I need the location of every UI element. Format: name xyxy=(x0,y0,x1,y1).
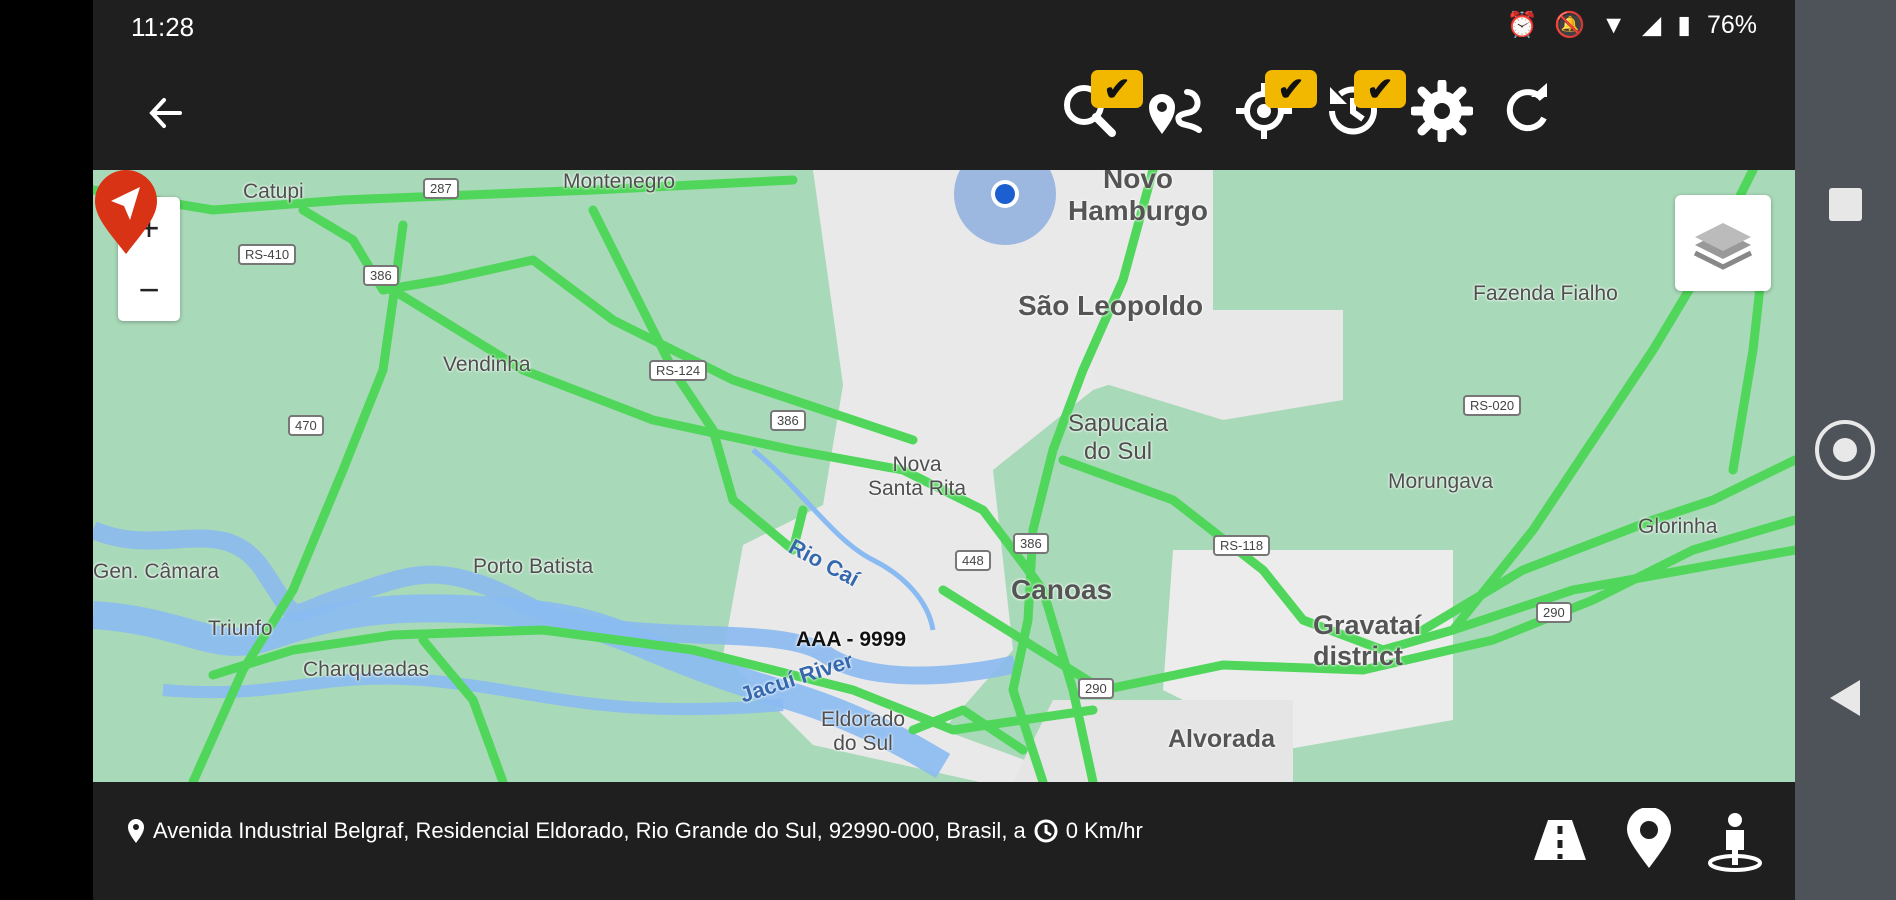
map-view[interactable]: Catupi Montenegro Novo Hamburgo São Leop… xyxy=(93,170,1795,782)
map-label-morungava: Morungava xyxy=(1388,470,1494,493)
alarm-icon: ⏰ xyxy=(1506,10,1539,39)
road-badge-rs118: RS-118 xyxy=(1213,535,1271,556)
map-label-canoas: Canoas xyxy=(1011,574,1113,605)
refresh-icon xyxy=(1506,83,1547,132)
signal-icon: ◢ xyxy=(1641,11,1662,39)
back-arrow-icon[interactable] xyxy=(138,85,194,141)
map-label-vendinha: Vendinha xyxy=(443,353,531,376)
search-badge: ✔ xyxy=(1091,70,1143,108)
road-badge-386-west: 386 xyxy=(363,265,399,286)
status-time: 11:28 xyxy=(131,12,195,42)
recents-square-icon[interactable] xyxy=(1829,188,1862,221)
map-label-glorinha: Glorinha xyxy=(1638,515,1718,538)
map-label-gen-camara: Gen. Câmara xyxy=(93,560,220,583)
map-label-alvorada: Alvorada xyxy=(1168,725,1275,753)
layers-icon xyxy=(1693,223,1753,270)
road-badge-448: 448 xyxy=(955,550,991,571)
speed-clock-icon xyxy=(1034,819,1058,843)
road-badge-386-center: 386 xyxy=(770,410,806,431)
road-badge-rs410: RS-410 xyxy=(238,244,297,265)
map-label-sapucaia: Sapucaia do Sul xyxy=(1068,410,1169,465)
top-toolbar: ✔ ✔ ✔ xyxy=(93,55,1795,170)
history-badge: ✔ xyxy=(1354,70,1406,108)
route-icon xyxy=(1149,89,1202,134)
road-badge-386-east: 386 xyxy=(1013,533,1049,554)
address-row: Avenida Industrial Belgraf, Residencial … xyxy=(127,818,1143,844)
map-label-nova-santa-rita: Nova Santa Rita xyxy=(868,453,967,500)
map-label-gravatai: Gravataí district xyxy=(1313,610,1422,671)
road-badge-470: 470 xyxy=(288,415,324,436)
map-label-fazenda-fialho: Fazenda Fialho xyxy=(1473,282,1618,305)
map-label-novo-hamburgo: Novo Hamburgo xyxy=(1068,170,1208,226)
battery-icon: ▮ xyxy=(1677,11,1691,39)
road-badge-290-east: 290 xyxy=(1536,602,1572,623)
map-label-porto-batista: Porto Batista xyxy=(473,555,594,578)
map-label-charqueadas: Charqueadas xyxy=(303,658,430,681)
map-label-catupi: Catupi xyxy=(243,180,304,203)
locate-button[interactable]: ✔ xyxy=(1233,70,1317,142)
wifi-icon: ▼ xyxy=(1601,10,1626,39)
mute-icon: 🔕 xyxy=(1554,10,1586,39)
road-badge-rs020: RS-020 xyxy=(1463,395,1522,416)
location-pin-icon xyxy=(128,819,144,843)
road-badge-287: 287 xyxy=(423,178,459,199)
road-icon[interactable] xyxy=(1528,808,1592,872)
back-triangle-icon[interactable] xyxy=(1830,680,1860,716)
refresh-button[interactable] xyxy=(1495,80,1557,142)
layers-button[interactable] xyxy=(1675,195,1771,291)
road-badge-rs124: RS-124 xyxy=(649,360,708,381)
zoom-out-button[interactable]: − xyxy=(118,259,180,321)
home-dot xyxy=(1833,438,1857,462)
speed-text: 0 Km/hr xyxy=(1065,818,1143,843)
map-label-montenegro: Montenegro xyxy=(563,170,676,193)
road-badge-290: 290 xyxy=(1078,678,1114,699)
map-pin-icon[interactable] xyxy=(1617,808,1681,872)
history-button[interactable]: ✔ xyxy=(1322,70,1406,142)
search-button[interactable]: ✔ xyxy=(1059,70,1143,142)
status-bar: 11:28 ⏰ 🔕 ▼ ◢ ▮ 76% xyxy=(93,0,1795,55)
gear-icon xyxy=(1409,78,1475,144)
left-black-margin xyxy=(0,0,93,900)
bottom-info-bar: Avenida Industrial Belgraf, Residencial … xyxy=(93,782,1795,900)
address-text: Avenida Industrial Belgraf, Residencial … xyxy=(153,818,1026,843)
map-label-sao-leopoldo: São Leopoldo xyxy=(1018,290,1204,321)
vehicle-plate-label: AAA - 9999 xyxy=(796,628,907,651)
settings-button[interactable] xyxy=(1409,78,1475,144)
street-view-icon[interactable] xyxy=(1703,808,1767,872)
status-icons: ⏰ 🔕 ▼ ◢ ▮ 76% xyxy=(1507,10,1757,40)
locate-badge: ✔ xyxy=(1265,70,1317,108)
vehicle-marker-icon[interactable] xyxy=(93,170,159,256)
battery-percent: 76% xyxy=(1706,10,1757,39)
map-label-triunfo: Triunfo xyxy=(208,617,273,640)
route-button[interactable] xyxy=(1145,80,1207,142)
map-label-eldorado: Eldorado do Sul xyxy=(821,708,906,755)
